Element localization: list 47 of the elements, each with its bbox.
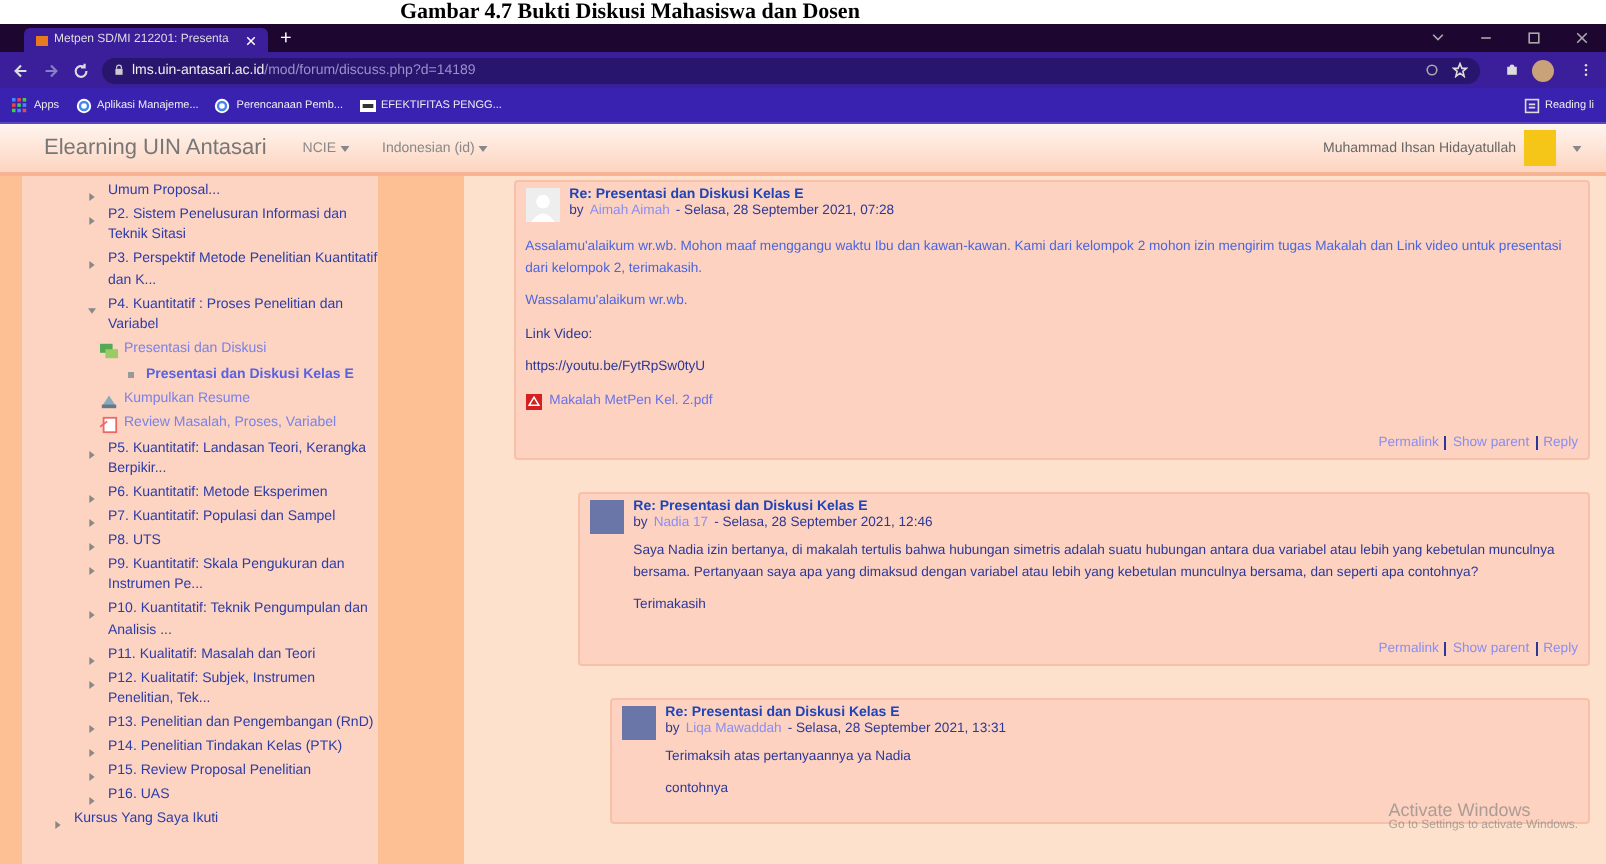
chevron-down-icon[interactable] xyxy=(1430,30,1446,46)
document-icon xyxy=(100,391,118,410)
bullet-icon xyxy=(128,372,134,379)
close-icon[interactable] xyxy=(1574,30,1590,46)
figure-caption: Gambar 4.7 Bukti Diskusi Mahasiswa dan Dosen xyxy=(398,0,862,24)
caret-icon xyxy=(478,145,489,151)
lesson-icon xyxy=(100,416,118,435)
caret-right-icon[interactable] xyxy=(88,610,96,621)
caret-right-icon[interactable] xyxy=(88,748,96,759)
google-icon xyxy=(214,97,231,113)
site-brand[interactable]: Elearning UIN Antasari xyxy=(44,136,267,160)
caret-right-icon[interactable] xyxy=(88,449,96,460)
caret-icon xyxy=(340,145,351,151)
pdf-file-icon xyxy=(525,393,542,410)
caret-right-icon[interactable] xyxy=(88,260,96,271)
site-favicon xyxy=(36,35,48,45)
avatar-icon xyxy=(525,188,560,222)
reading-list-icon xyxy=(1523,97,1540,113)
caret-right-icon[interactable] xyxy=(88,494,96,505)
photo-placeholder xyxy=(621,705,656,739)
forum-icon xyxy=(100,341,118,360)
back-arrow-icon[interactable] xyxy=(12,61,30,79)
caret-right-icon[interactable] xyxy=(88,724,96,735)
caret-right-icon[interactable] xyxy=(54,820,62,831)
caret-down-icon[interactable] xyxy=(88,305,96,316)
caret-right-icon[interactable] xyxy=(88,655,96,666)
reload-icon[interactable] xyxy=(72,61,90,79)
caret-right-icon[interactable] xyxy=(88,772,96,783)
maximize-icon[interactable] xyxy=(1526,30,1542,46)
caret-right-icon[interactable] xyxy=(88,796,96,807)
new-tab-button[interactable]: + xyxy=(280,28,292,50)
star-icon[interactable] xyxy=(1452,62,1468,78)
caret-right-icon[interactable] xyxy=(88,679,96,690)
photo-placeholder xyxy=(589,500,624,534)
caret-right-icon[interactable] xyxy=(88,191,96,202)
lock-icon xyxy=(114,64,124,76)
caret-right-icon[interactable] xyxy=(88,542,96,553)
apps-grid-icon xyxy=(12,97,28,113)
caret-right-icon[interactable] xyxy=(88,518,96,529)
profile-avatar[interactable] xyxy=(1532,59,1554,81)
google-icon xyxy=(75,97,92,113)
caret-right-icon[interactable] xyxy=(88,566,96,577)
caret-icon[interactable] xyxy=(1572,145,1582,151)
activation-notice-title: Activate Windows xyxy=(1388,800,1531,820)
forward-arrow-icon[interactable] xyxy=(42,61,60,79)
caret-right-icon[interactable] xyxy=(88,215,96,226)
site-icon xyxy=(359,97,375,113)
